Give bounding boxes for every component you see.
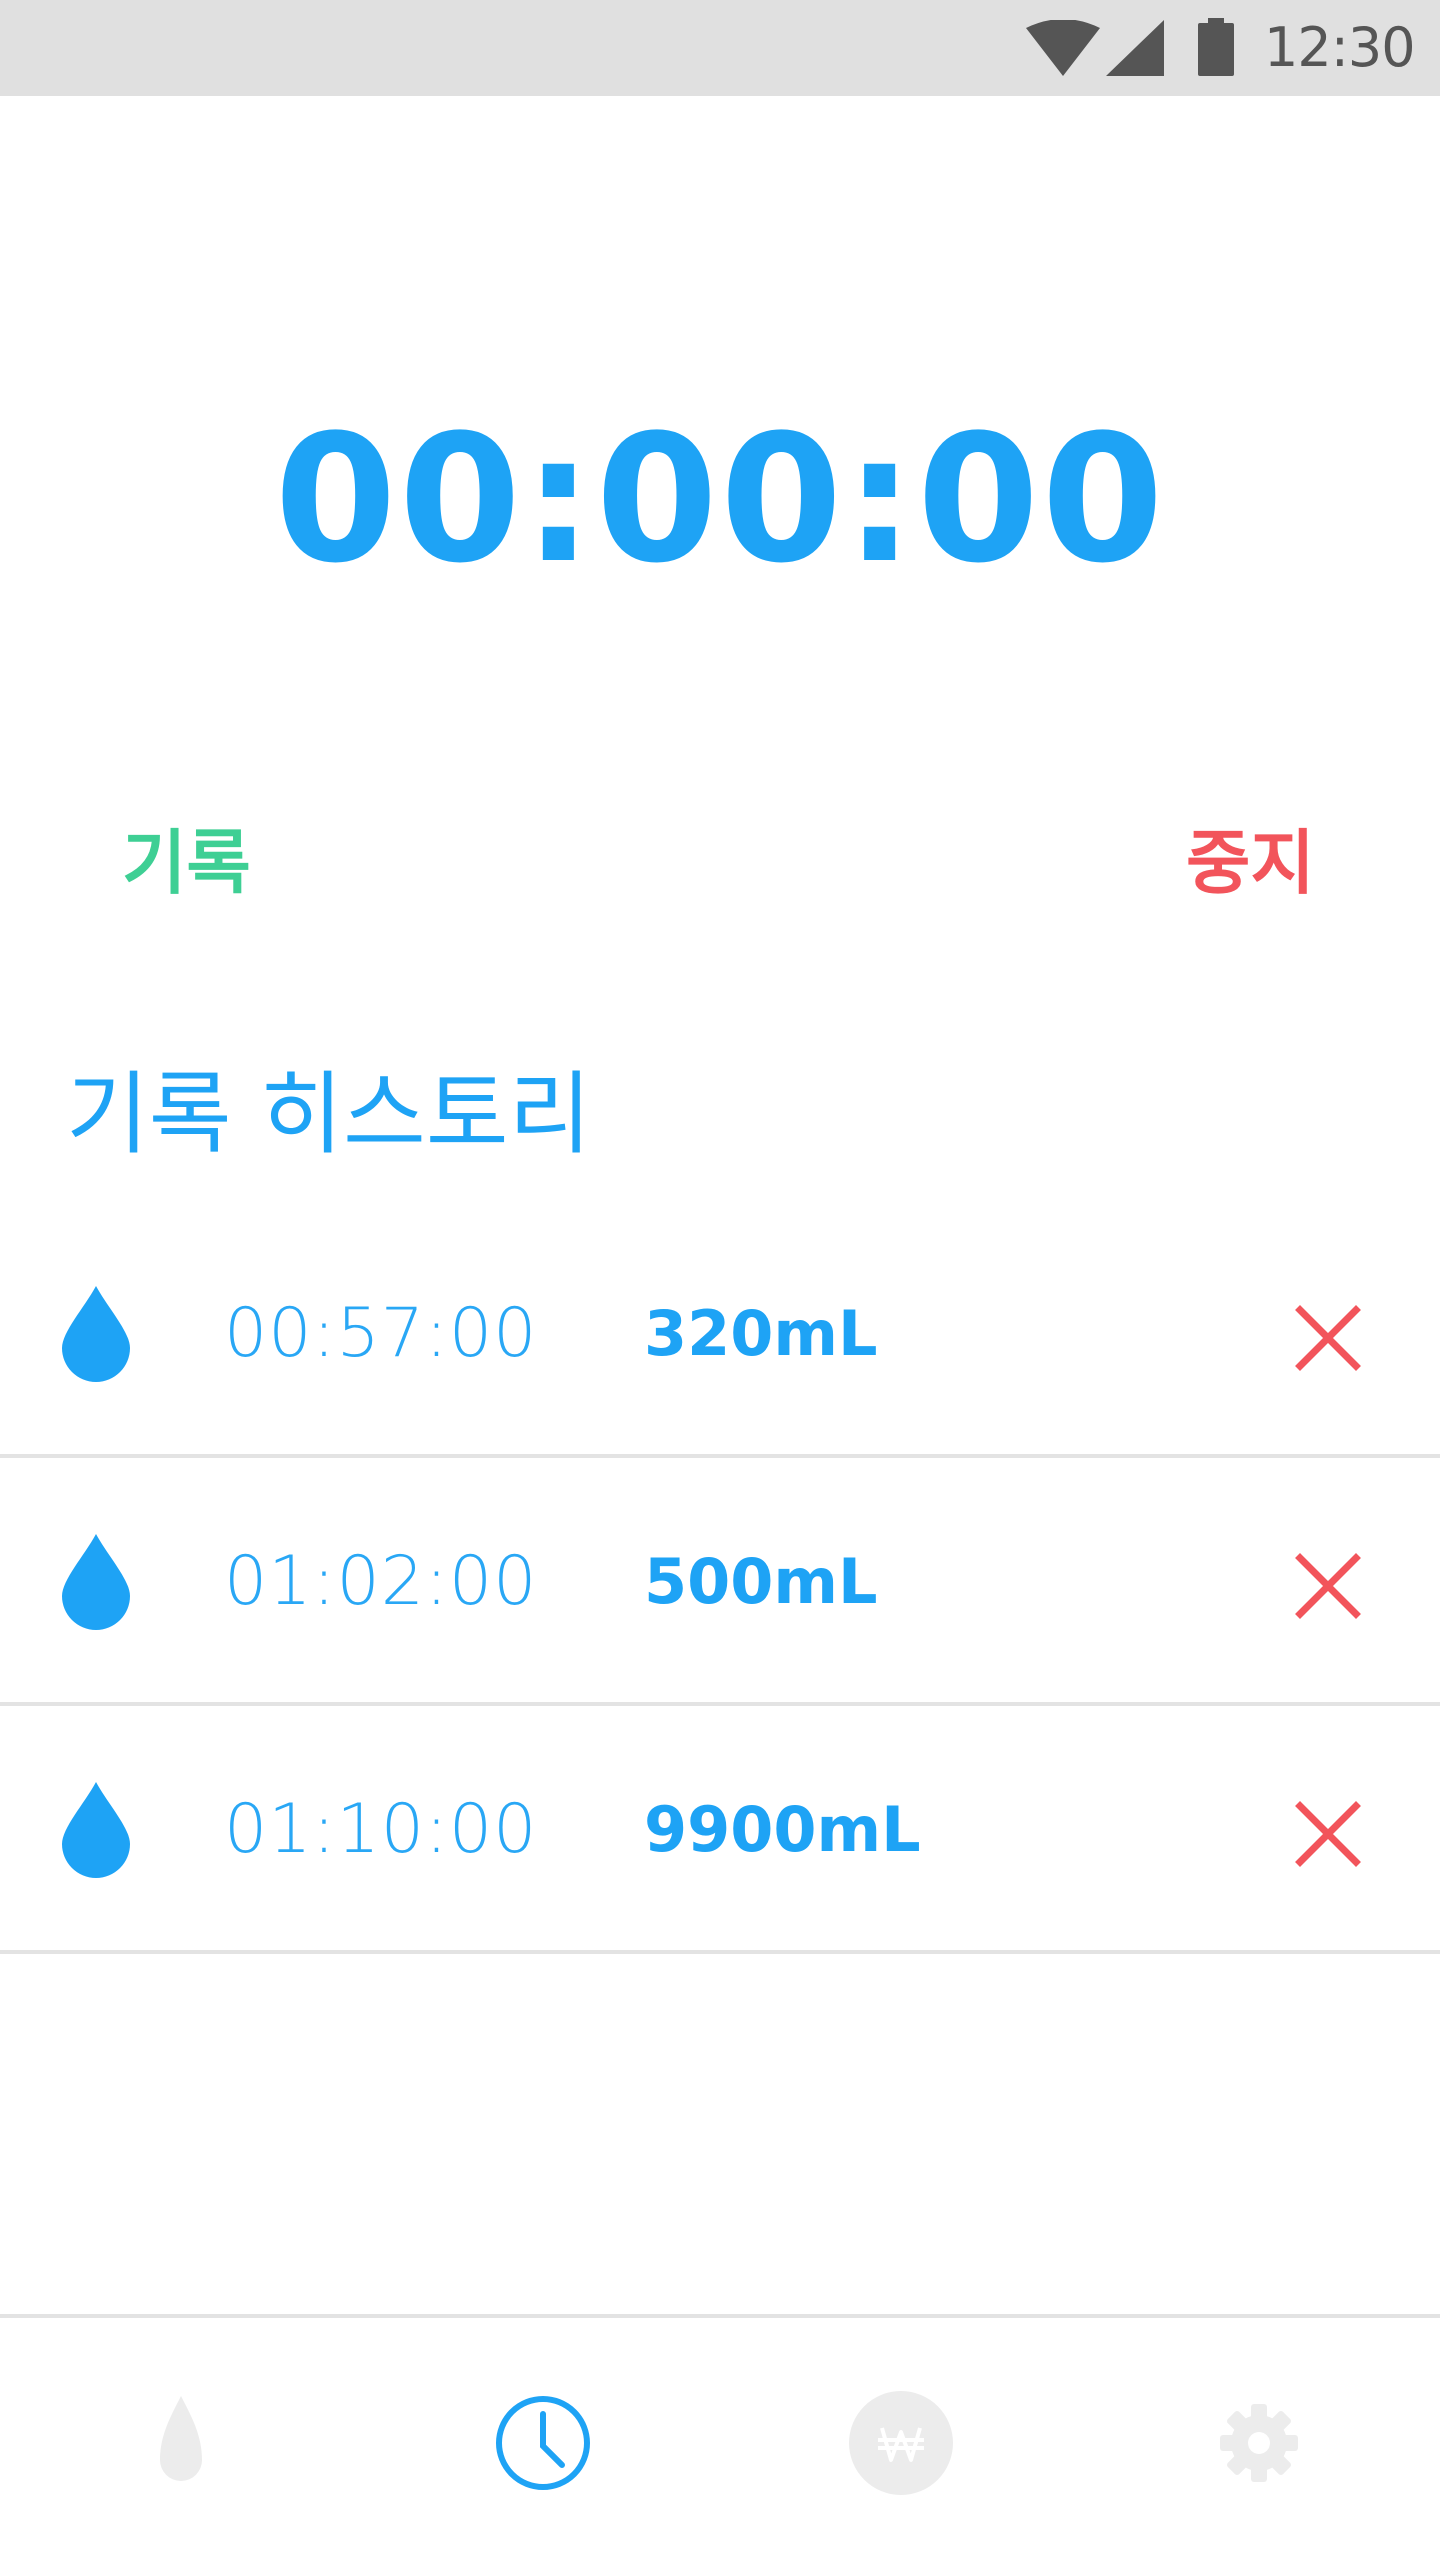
entry-time: 00:57:00: [224, 1294, 538, 1373]
entry-time: 01:10:00: [224, 1790, 538, 1869]
status-time: 12:30: [1264, 16, 1416, 79]
history-row: 01:10:00 9900mL: [0, 1706, 1440, 1954]
timer-display: 00:00:00: [274, 397, 1166, 602]
wifi-icon: [1026, 19, 1100, 80]
record-button[interactable]: 기록: [122, 818, 251, 908]
delete-icon[interactable]: [1292, 1302, 1364, 1374]
screen: 12:30 00:00:00 기록 중지 기록 히스토리 00:57:00 32…: [0, 0, 1440, 2560]
delete-icon[interactable]: [1292, 1550, 1364, 1622]
stop-button[interactable]: 중지: [1186, 818, 1315, 908]
won-icon: [846, 2391, 956, 2502]
history-list: 00:57:00 320mL 01:02:00 500mL 01:10:00 9…: [0, 1210, 1440, 1954]
history-row: 00:57:00 320mL: [0, 1210, 1440, 1458]
status-bar: 12:30: [0, 0, 1440, 96]
nav-settings-tab[interactable]: [1204, 2388, 1314, 2498]
history-row: 01:02:00 500mL: [0, 1458, 1440, 1706]
delete-icon[interactable]: [1292, 1798, 1364, 1870]
signal-icon: [1106, 20, 1164, 80]
entry-time: 01:02:00: [224, 1542, 538, 1621]
water-drop-icon: [62, 1782, 130, 1878]
entry-amount: 500mL: [644, 1545, 878, 1618]
nav-water-tab[interactable]: [126, 2388, 236, 2498]
water-drop-icon: [62, 1286, 130, 1382]
battery-icon: [1198, 18, 1234, 80]
gear-icon: [1204, 2404, 1314, 2502]
history-title: 기록 히스토리: [66, 1062, 592, 1167]
nav-pay-tab[interactable]: [846, 2388, 956, 2498]
clock-icon: [488, 2396, 598, 2502]
water-drop-icon: [62, 1534, 130, 1630]
entry-amount: 9900mL: [644, 1793, 921, 1866]
nav-history-tab[interactable]: [488, 2388, 598, 2498]
bottom-nav: [0, 2314, 1440, 2560]
water-drop-icon: [126, 2396, 236, 2502]
entry-amount: 320mL: [644, 1297, 878, 1370]
